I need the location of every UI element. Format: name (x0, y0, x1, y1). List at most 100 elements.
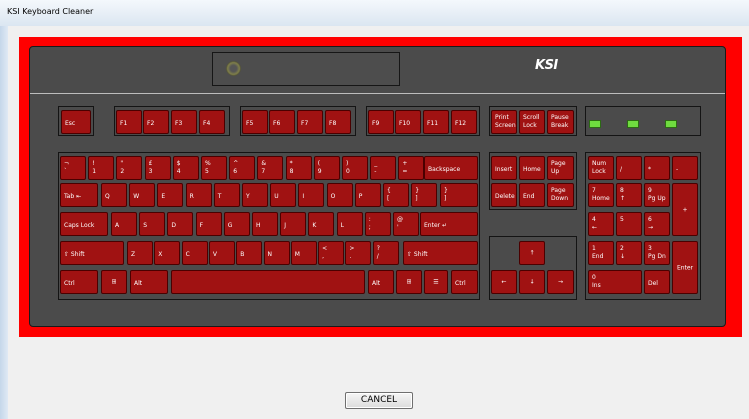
key-f6[interactable]: F6 (269, 110, 295, 134)
key-number-row[interactable]: ) 0 (342, 156, 368, 180)
key-z-row[interactable]: N (263, 241, 290, 265)
key-menu[interactable]: ☰ (424, 270, 448, 294)
key-f5[interactable]: F5 (242, 110, 268, 134)
key-number-row[interactable]: _ - (370, 156, 397, 180)
key-z-row[interactable]: ? / (372, 241, 399, 265)
key-ctrl-left[interactable]: Ctrl (60, 270, 98, 294)
key-num0[interactable]: 0 Ins (588, 270, 642, 294)
key-home[interactable]: Home (519, 156, 545, 180)
key-num6[interactable]: 6 → (644, 212, 670, 236)
key-q-row[interactable]: {[ (383, 183, 409, 207)
key-alt-left[interactable]: Alt (130, 270, 168, 294)
key-arrow-up[interactable]: ↑ (519, 241, 545, 265)
key-a-row[interactable]: :; (364, 212, 391, 236)
key-page-up[interactable]: Page Up (547, 156, 574, 180)
key-a-row[interactable]: G (223, 212, 250, 236)
key-num1[interactable]: 1 End (588, 241, 614, 265)
key-a-row[interactable]: L (336, 212, 363, 236)
key-insert[interactable]: Insert (491, 156, 517, 180)
key-delete[interactable]: Delete (491, 183, 517, 207)
key-num8[interactable]: 8 ↑ (616, 183, 642, 207)
key-a-row[interactable]: F (195, 212, 222, 236)
key-a-row[interactable]: J (280, 212, 307, 236)
key-tab[interactable]: Tab ⇤ (60, 183, 98, 207)
key-z-row[interactable]: Z (127, 241, 153, 265)
key-print-screen[interactable]: Print Screen (491, 110, 517, 134)
key-num9[interactable]: 9 Pg Up (644, 183, 670, 207)
key-q-row[interactable]: R (185, 183, 212, 207)
key-a-row[interactable]: H (252, 212, 278, 236)
key-num4[interactable]: 4 ← (588, 212, 614, 236)
key-f11[interactable]: F11 (423, 110, 449, 134)
key-q-row[interactable]: I (298, 183, 325, 207)
key-page-down[interactable]: Page Down (547, 183, 574, 207)
key-z-row[interactable]: V (208, 241, 235, 265)
key-q-row[interactable]: Q (101, 183, 127, 207)
key-f2[interactable]: F2 (143, 110, 169, 134)
key-num-plus[interactable]: + (672, 183, 698, 236)
key-a-row[interactable]: @ ' (393, 212, 419, 236)
key-q-row[interactable]: E (157, 183, 184, 207)
key-space[interactable] (171, 270, 365, 294)
key-q-row[interactable]: O (326, 183, 353, 207)
key-f12[interactable]: F12 (451, 110, 477, 134)
key-esc[interactable]: Esc (61, 110, 91, 134)
key-f3[interactable]: F3 (171, 110, 197, 134)
key-num-lock[interactable]: Num Lock (588, 156, 614, 180)
key-z-row[interactable]: <, (318, 241, 345, 265)
key-number-row[interactable]: % 5 (201, 156, 227, 180)
cancel-button[interactable]: CANCEL (345, 392, 413, 409)
key-num-del[interactable]: Del (644, 270, 670, 294)
key-z-row[interactable]: M (290, 241, 317, 265)
key-number-row[interactable]: " 2 (116, 156, 143, 180)
key-a-row[interactable]: D (167, 212, 194, 236)
key-scroll-lock[interactable]: Scroll Lock (519, 110, 545, 134)
key-a-row[interactable]: S (139, 212, 166, 236)
key-num3[interactable]: 3 Pg Dn (644, 241, 670, 265)
key-f8[interactable]: F8 (325, 110, 351, 134)
key-arrow-left[interactable]: ← (491, 270, 517, 294)
key-f1[interactable]: F1 (116, 110, 142, 134)
key-number-row[interactable]: + = (398, 156, 425, 180)
key-number-row[interactable]: * 8 (285, 156, 312, 180)
key-number-row[interactable]: & 7 (257, 156, 284, 180)
key-win-right[interactable]: ⊞ (396, 270, 422, 294)
key-q-row[interactable]: Y (242, 183, 268, 207)
key-shift-left[interactable]: ⇧ Shift (60, 241, 124, 265)
key-backslash[interactable]: }] (440, 183, 478, 207)
key-number-row[interactable]: £3 (144, 156, 171, 180)
key-q-row[interactable]: W (129, 183, 156, 207)
key-a-row[interactable]: A (111, 212, 137, 236)
key-num5[interactable]: 5 (616, 212, 642, 236)
key-number-row[interactable]: ^ 6 (229, 156, 256, 180)
key-num-minus[interactable]: - (672, 156, 698, 180)
key-num-divide[interactable]: / (616, 156, 642, 180)
key-arrow-down[interactable]: ↓ (519, 270, 545, 294)
key-number-row[interactable]: $4 (172, 156, 199, 180)
key-number-row[interactable]: (9 (313, 156, 340, 180)
key-num2[interactable]: 2 ↓ (616, 241, 642, 265)
key-z-row[interactable]: B (236, 241, 263, 265)
key-pause-break[interactable]: Pause Break (547, 110, 574, 134)
key-num7[interactable]: 7 Home (588, 183, 614, 207)
key-f10[interactable]: F10 (395, 110, 421, 134)
key-f7[interactable]: F7 (297, 110, 323, 134)
key-shift-right[interactable]: ⇧ Shift (403, 241, 478, 265)
key-number-row[interactable]: ! 1 (88, 156, 115, 180)
key-alt-right[interactable]: Alt (368, 270, 394, 294)
key-end[interactable]: End (519, 183, 545, 207)
key-num-multiply[interactable]: * (644, 156, 670, 180)
key-num-enter[interactable]: Enter (672, 241, 698, 294)
key-z-row[interactable]: X (154, 241, 181, 265)
key-win-left[interactable]: ⊞ (101, 270, 127, 294)
key-f4[interactable]: F4 (199, 110, 225, 134)
key-ctrl-right[interactable]: Ctrl (451, 270, 478, 294)
key-q-row[interactable]: U (270, 183, 297, 207)
key-arrow-right[interactable]: → (547, 270, 574, 294)
key-a-row[interactable]: K (308, 212, 335, 236)
key-q-row[interactable]: P (354, 183, 381, 207)
key-enter[interactable]: Enter ↵ (420, 212, 478, 236)
key-backspace[interactable]: Backspace (424, 156, 478, 180)
key-z-row[interactable]: >. (345, 241, 372, 265)
key-z-row[interactable]: C (181, 241, 208, 265)
